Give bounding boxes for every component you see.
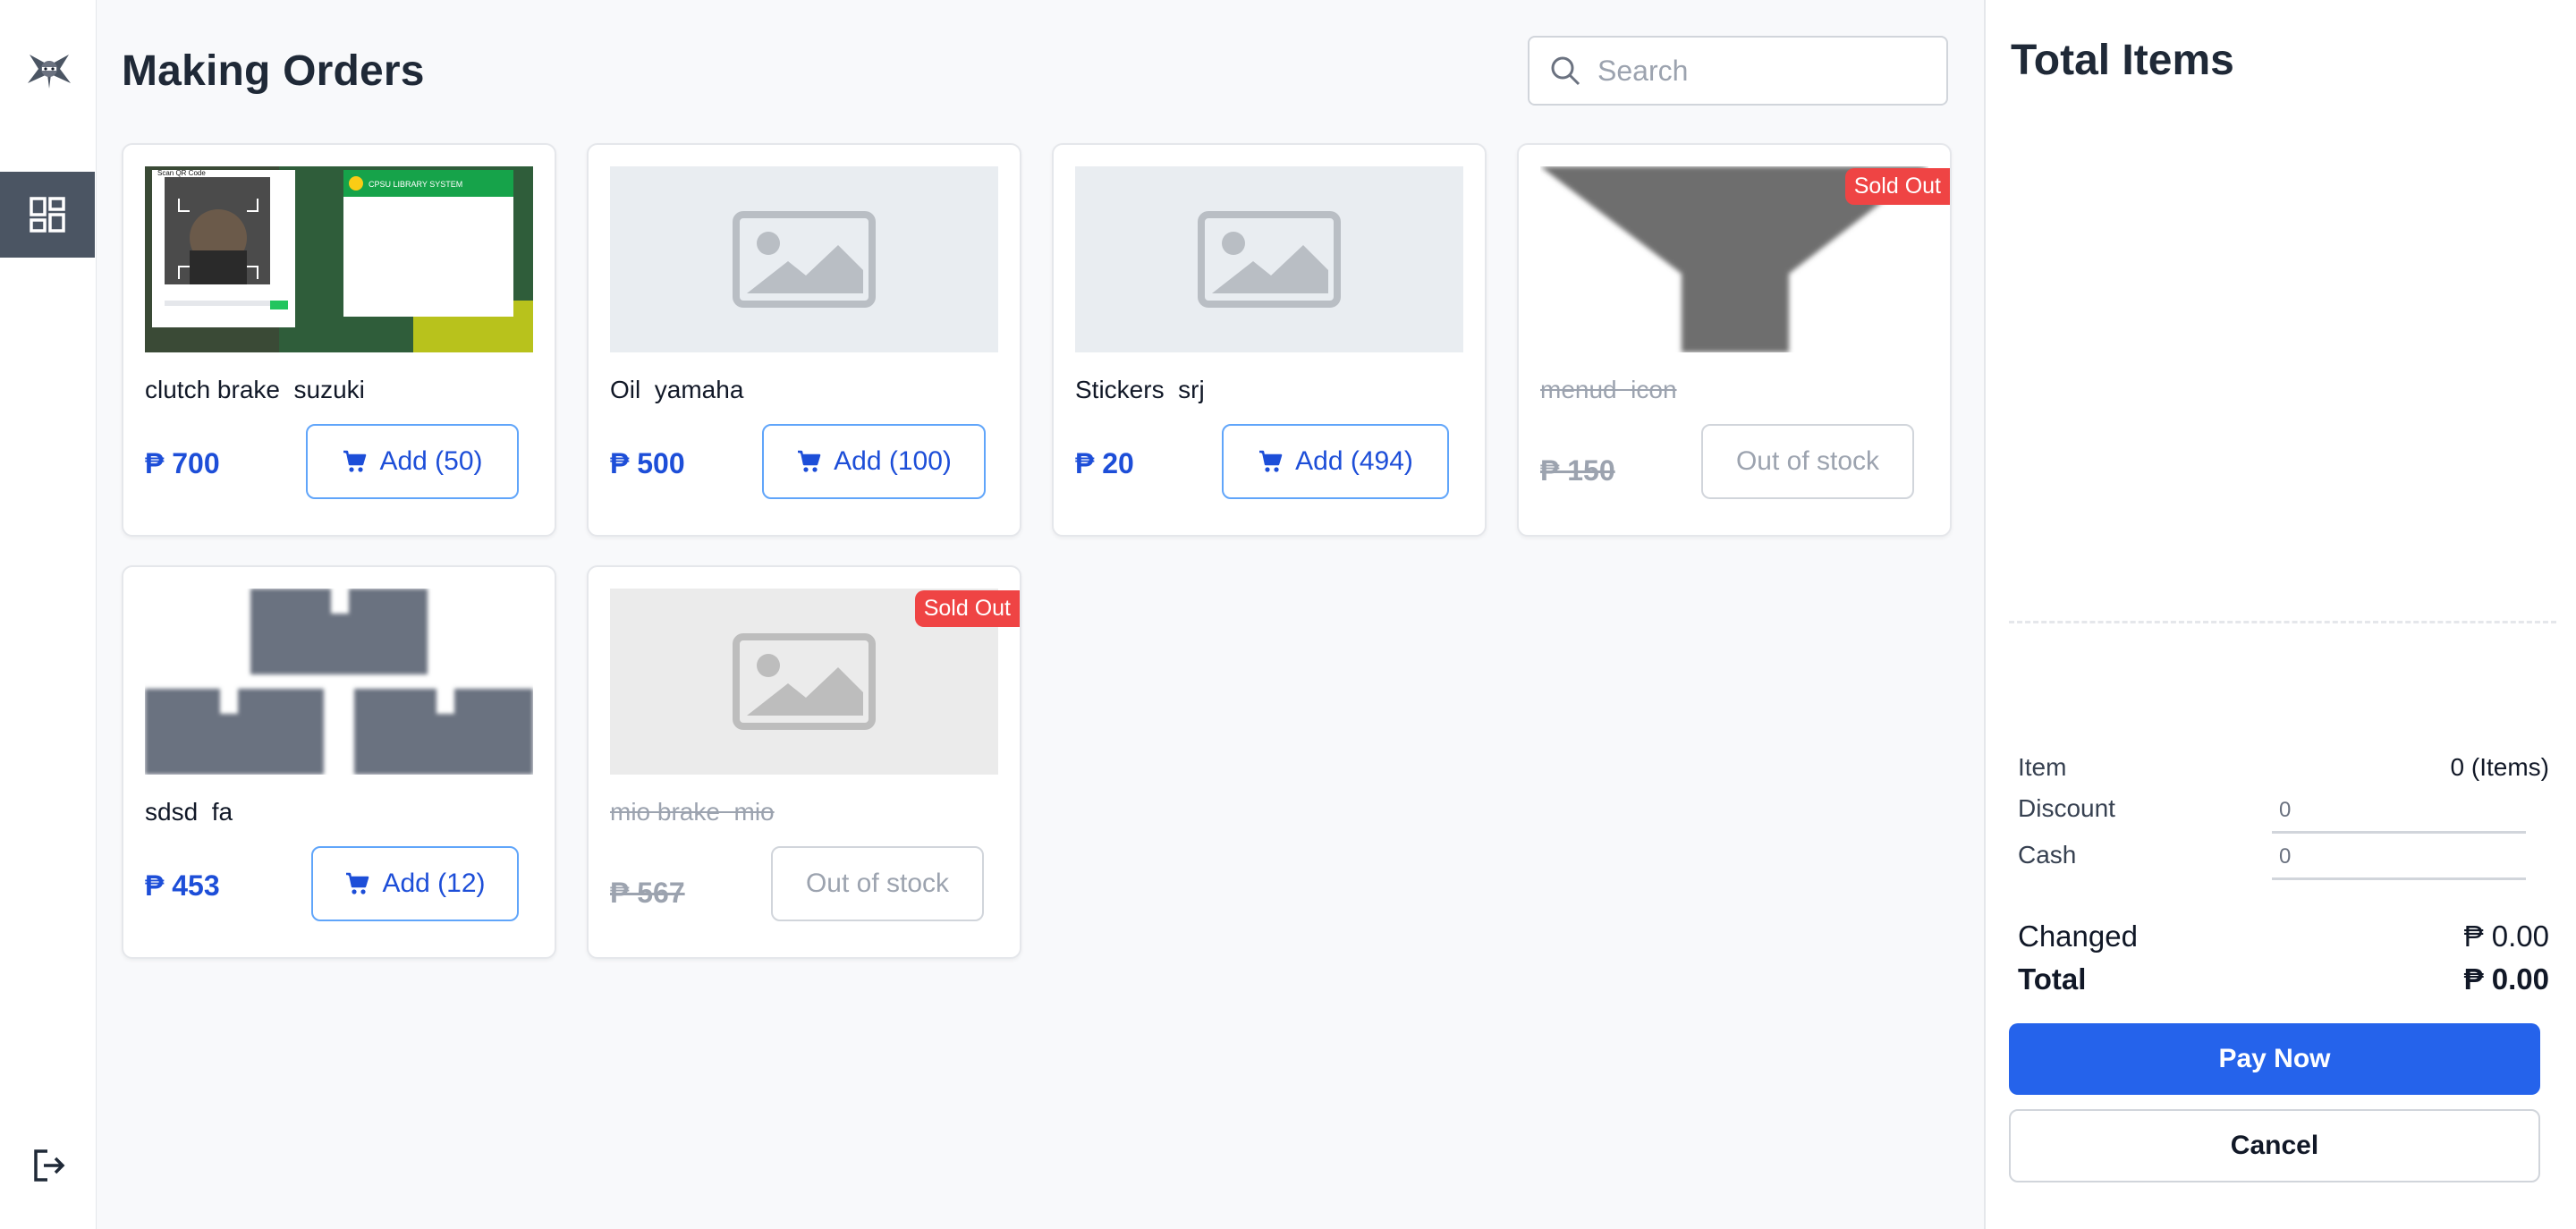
add-to-cart-button[interactable]: Add (12)	[311, 846, 519, 921]
add-button-label: Add (50)	[379, 446, 483, 476]
logout-button[interactable]	[27, 1143, 72, 1188]
out-of-stock-button: Out of stock	[771, 846, 984, 921]
cancel-button[interactable]: Cancel	[2009, 1109, 2540, 1182]
out-of-stock-button: Out of stock	[1701, 424, 1914, 499]
product-image: CPSU LIBRARY SYSTEM Scan QR Code	[145, 166, 533, 352]
search-icon	[1549, 55, 1581, 87]
main-content: Making Orders Search CPSU LIBRARY SYSTEM…	[97, 0, 1984, 1229]
pay-now-button[interactable]: Pay Now	[2009, 1023, 2540, 1095]
item-count-value: 0 (Items)	[2450, 753, 2549, 781]
discount-input[interactable]	[2272, 789, 2526, 834]
product-price: ₱ 453	[145, 869, 220, 902]
placeholder-image-icon	[1198, 211, 1341, 308]
dashboard-nav-button[interactable]	[0, 172, 95, 258]
product-image	[1075, 166, 1463, 352]
placeholder-image-icon	[733, 211, 876, 308]
cash-label: Cash	[2018, 841, 2077, 869]
product-price: ₱ 700	[145, 447, 220, 479]
search-input[interactable]	[1597, 54, 1937, 88]
cart-icon	[346, 872, 369, 894]
cart-icon	[343, 450, 367, 472]
product-name: mio brake mio	[610, 798, 775, 826]
discount-label: Discount	[2018, 794, 2115, 822]
product-name: menud icon	[1540, 376, 1677, 403]
search-box[interactable]	[1528, 36, 1948, 106]
thumb-scan-title: Scan QR Code	[157, 169, 206, 177]
changed-label: Changed	[2018, 920, 2138, 953]
product-card: Sold Out menud icon ₱ 150 Out of stock	[1517, 143, 1952, 537]
product-card: sdsd fa ₱ 453 Add (12)	[122, 565, 556, 959]
add-button-label: Add (494)	[1295, 446, 1413, 476]
sold-out-badge: Sold Out	[914, 590, 1020, 627]
product-name: clutch brake suzuki	[145, 376, 365, 403]
product-card: Oil yamaha ₱ 500 Add (100)	[587, 143, 1021, 537]
product-image	[610, 166, 998, 352]
total-row: Total ₱ 0.00	[2018, 962, 2549, 996]
add-to-cart-button[interactable]: Add (494)	[1222, 424, 1449, 499]
changed-value: ₱ 0.00	[2463, 920, 2549, 953]
ninja-logo-icon[interactable]	[23, 43, 75, 95]
summary-divider	[2009, 621, 2556, 623]
product-card: Sold Out mio brake mio ₱ 567 Out of stoc…	[587, 565, 1021, 959]
product-price: ₱ 567	[610, 877, 685, 909]
product-price: ₱ 150	[1540, 454, 1615, 487]
product-name: sdsd fa	[145, 798, 233, 826]
cash-input[interactable]	[2272, 835, 2526, 880]
product-name: Stickers srj	[1075, 376, 1205, 403]
total-label: Total	[2018, 962, 2087, 996]
sidebar	[0, 0, 97, 1229]
product-price: ₱ 500	[610, 447, 685, 479]
add-to-cart-button[interactable]: Add (50)	[306, 424, 519, 499]
product-card: Stickers srj ₱ 20 Add (494)	[1052, 143, 1487, 537]
product-name: Oil yamaha	[610, 376, 744, 403]
sold-out-badge: Sold Out	[1844, 168, 1950, 205]
placeholder-image-icon	[733, 633, 876, 730]
item-label: Item	[2018, 753, 2067, 781]
cart-icon	[1259, 450, 1283, 472]
page-title: Making Orders	[122, 47, 425, 95]
product-card: CPSU LIBRARY SYSTEM Scan QR Code clutch …	[122, 143, 556, 537]
item-count-row: Item 0 (Items)	[2018, 753, 2549, 782]
logout-icon	[34, 1149, 65, 1182]
order-summary-panel: Total Items Item 0 (Items) Discount Cash…	[1984, 0, 2576, 1229]
product-image	[145, 589, 533, 775]
add-to-cart-button[interactable]: Add (100)	[762, 424, 986, 499]
cart-icon	[798, 450, 821, 472]
blurred-boxes-icon	[145, 589, 533, 775]
add-button-label: Add (100)	[834, 446, 952, 476]
product-price: ₱ 20	[1075, 447, 1134, 479]
add-button-label: Add (12)	[382, 869, 486, 898]
total-value: ₱ 0.00	[2463, 962, 2549, 996]
panel-title: Total Items	[2011, 37, 2234, 84]
thumb-library-title: CPSU LIBRARY SYSTEM	[369, 180, 462, 189]
changed-row: Changed ₱ 0.00	[2018, 920, 2549, 954]
dashboard-grid-icon	[30, 197, 65, 233]
